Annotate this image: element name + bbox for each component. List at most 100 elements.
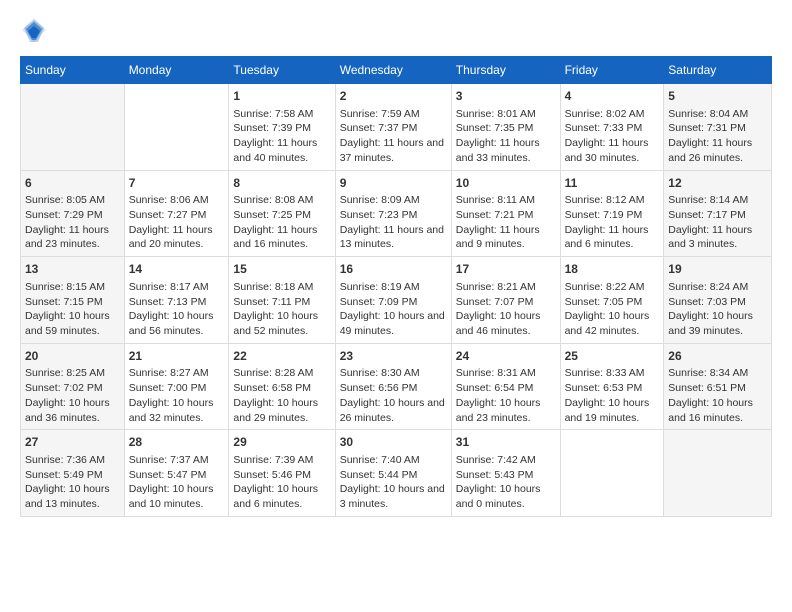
day-of-week-header: Saturday [664, 57, 772, 84]
calendar-day-cell: 9Sunrise: 8:09 AMSunset: 7:23 PMDaylight… [335, 170, 451, 257]
day-number: 6 [25, 175, 120, 192]
calendar-day-cell: 5 Sunrise: 8:04 AMSunset: 7:31 PMDaylight… [664, 84, 772, 171]
day-number: 31 [456, 434, 556, 451]
day-number: 25 [565, 348, 660, 365]
day-info: Sunrise: 8:09 AMSunset: 7:23 PMDaylight:… [340, 193, 447, 252]
day-info: Sunrise: 8:33 AMSunset: 6:53 PMDaylight:… [565, 366, 660, 425]
day-info: Sunrise: 8:28 AMSunset: 6:58 PMDaylight:… [233, 366, 330, 425]
calendar-day-cell: 30Sunrise: 7:40 AMSunset: 5:44 PMDayligh… [335, 430, 451, 517]
day-of-week-header: Monday [124, 57, 229, 84]
day-number: 27 [25, 434, 120, 451]
day-number: 8 [233, 175, 330, 192]
day-info: Sunrise: 8:15 AMSunset: 7:15 PMDaylight:… [25, 280, 120, 339]
calendar-day-cell: 29 Sunrise: 7:39 AMSunset: 5:46 PMDayligh… [229, 430, 335, 517]
day-number: 5 [668, 88, 767, 105]
logo-icon [20, 16, 48, 44]
calendar-day-cell: 22Sunrise: 8:28 AMSunset: 6:58 PMDayligh… [229, 343, 335, 430]
calendar-day-cell: 21Sunrise: 8:27 AMSunset: 7:00 PMDayligh… [124, 343, 229, 430]
calendar-day-cell: 6Sunrise: 8:05 AMSunset: 7:29 PMDaylight… [21, 170, 125, 257]
page-header [20, 16, 772, 44]
calendar-week-row: 27 Sunrise: 7:36 AMSunset: 5:49 PMDayligh… [21, 430, 772, 517]
day-info: Sunrise: 8:02 AMSunset: 7:33 PMDaylight:… [565, 107, 660, 166]
day-number: 4 [565, 88, 660, 105]
calendar-day-cell: 19 Sunrise: 8:24 AMSunset: 7:03 PMDayligh… [664, 257, 772, 344]
day-info: Sunrise: 8:01 AMSunset: 7:35 PMDaylight:… [456, 107, 556, 166]
day-info: Sunrise: 8:11 AMSunset: 7:21 PMDaylight:… [456, 193, 556, 252]
day-number: 26 [668, 348, 767, 365]
day-number: 10 [456, 175, 556, 192]
calendar-day-cell: 8Sunrise: 8:08 AMSunset: 7:25 PMDaylight… [229, 170, 335, 257]
day-number: 28 [129, 434, 225, 451]
day-info: Sunrise: 8:17 AMSunset: 7:13 PMDaylight:… [129, 280, 225, 339]
calendar-day-cell: 31Sunrise: 7:42 AMSunset: 5:43 PMDayligh… [451, 430, 560, 517]
day-number: 14 [129, 261, 225, 278]
day-number: 16 [340, 261, 447, 278]
calendar-day-cell: 28Sunrise: 7:37 AMSunset: 5:47 PMDayligh… [124, 430, 229, 517]
day-number: 12 [668, 175, 767, 192]
calendar-day-cell: 13 Sunrise: 8:15 AMSunset: 7:15 PMDayligh… [21, 257, 125, 344]
day-info: Sunrise: 7:40 AMSunset: 5:44 PMDaylight:… [340, 453, 447, 512]
day-number: 19 [668, 261, 767, 278]
day-info: Sunrise: 8:21 AMSunset: 7:07 PMDaylight:… [456, 280, 556, 339]
logo [20, 16, 52, 44]
day-of-week-header: Thursday [451, 57, 560, 84]
day-number: 23 [340, 348, 447, 365]
calendar-day-cell: 27 Sunrise: 7:36 AMSunset: 5:49 PMDayligh… [21, 430, 125, 517]
calendar-day-cell: 7Sunrise: 8:06 AMSunset: 7:27 PMDaylight… [124, 170, 229, 257]
day-info: Sunrise: 8:31 AMSunset: 6:54 PMDaylight:… [456, 366, 556, 425]
day-info: Sunrise: 8:34 AMSunset: 6:51 PMDaylight:… [668, 366, 767, 425]
calendar-day-cell: 15 Sunrise: 8:18 AMSunset: 7:11 PMDayligh… [229, 257, 335, 344]
calendar-day-cell: 11Sunrise: 8:12 AMSunset: 7:19 PMDayligh… [560, 170, 664, 257]
day-of-week-header: Friday [560, 57, 664, 84]
day-info: Sunrise: 8:14 AMSunset: 7:17 PMDaylight:… [668, 193, 767, 252]
day-number: 7 [129, 175, 225, 192]
calendar-day-cell: 23Sunrise: 8:30 AMSunset: 6:56 PMDayligh… [335, 343, 451, 430]
calendar-day-cell [560, 430, 664, 517]
day-number: 9 [340, 175, 447, 192]
calendar-day-cell: 18 Sunrise: 8:22 AMSunset: 7:05 PMDayligh… [560, 257, 664, 344]
calendar-week-row: 20Sunrise: 8:25 AMSunset: 7:02 PMDayligh… [21, 343, 772, 430]
calendar-day-cell: 1Sunrise: 7:58 AMSunset: 7:39 PMDaylight… [229, 84, 335, 171]
calendar-day-cell: 16Sunrise: 8:19 AMSunset: 7:09 PMDayligh… [335, 257, 451, 344]
day-number: 17 [456, 261, 556, 278]
day-info: Sunrise: 7:39 AMSunset: 5:46 PMDaylight:… [233, 453, 330, 512]
day-number: 3 [456, 88, 556, 105]
calendar-week-row: 13 Sunrise: 8:15 AMSunset: 7:15 PMDayligh… [21, 257, 772, 344]
calendar-day-cell: 24Sunrise: 8:31 AMSunset: 6:54 PMDayligh… [451, 343, 560, 430]
calendar-day-cell: 14 Sunrise: 8:17 AMSunset: 7:13 PMDayligh… [124, 257, 229, 344]
calendar-day-cell: 20Sunrise: 8:25 AMSunset: 7:02 PMDayligh… [21, 343, 125, 430]
calendar-day-cell: 12Sunrise: 8:14 AMSunset: 7:17 PMDayligh… [664, 170, 772, 257]
day-info: Sunrise: 8:22 AMSunset: 7:05 PMDaylight:… [565, 280, 660, 339]
calendar-week-row: 6Sunrise: 8:05 AMSunset: 7:29 PMDaylight… [21, 170, 772, 257]
day-info: Sunrise: 8:24 AMSunset: 7:03 PMDaylight:… [668, 280, 767, 339]
calendar-table: SundayMondayTuesdayWednesdayThursdayFrid… [20, 56, 772, 517]
day-number: 13 [25, 261, 120, 278]
day-info: Sunrise: 8:18 AMSunset: 7:11 PMDaylight:… [233, 280, 330, 339]
day-info: Sunrise: 8:25 AMSunset: 7:02 PMDaylight:… [25, 366, 120, 425]
day-number: 15 [233, 261, 330, 278]
day-info: Sunrise: 8:27 AMSunset: 7:00 PMDaylight:… [129, 366, 225, 425]
day-number: 29 [233, 434, 330, 451]
calendar-day-cell [21, 84, 125, 171]
day-info: Sunrise: 8:04 AMSunset: 7:31 PMDaylight:… [668, 107, 767, 166]
day-of-week-header: Wednesday [335, 57, 451, 84]
calendar-day-cell: 17 Sunrise: 8:21 AMSunset: 7:07 PMDayligh… [451, 257, 560, 344]
calendar-day-cell: 10Sunrise: 8:11 AMSunset: 7:21 PMDayligh… [451, 170, 560, 257]
day-info: Sunrise: 7:36 AMSunset: 5:49 PMDaylight:… [25, 453, 120, 512]
day-number: 18 [565, 261, 660, 278]
day-number: 21 [129, 348, 225, 365]
day-info: Sunrise: 7:58 AMSunset: 7:39 PMDaylight:… [233, 107, 330, 166]
calendar-day-cell: 25Sunrise: 8:33 AMSunset: 6:53 PMDayligh… [560, 343, 664, 430]
day-info: Sunrise: 8:30 AMSunset: 6:56 PMDaylight:… [340, 366, 447, 425]
calendar-day-cell: 2 Sunrise: 7:59 AMSunset: 7:37 PMDaylight… [335, 84, 451, 171]
calendar-header-row: SundayMondayTuesdayWednesdayThursdayFrid… [21, 57, 772, 84]
day-info: Sunrise: 7:59 AMSunset: 7:37 PMDaylight:… [340, 107, 447, 166]
calendar-day-cell [124, 84, 229, 171]
day-number: 22 [233, 348, 330, 365]
calendar-day-cell: 3 Sunrise: 8:01 AMSunset: 7:35 PMDaylight… [451, 84, 560, 171]
day-info: Sunrise: 8:08 AMSunset: 7:25 PMDaylight:… [233, 193, 330, 252]
calendar-day-cell [664, 430, 772, 517]
day-number: 2 [340, 88, 447, 105]
day-info: Sunrise: 8:05 AMSunset: 7:29 PMDaylight:… [25, 193, 120, 252]
day-number: 20 [25, 348, 120, 365]
